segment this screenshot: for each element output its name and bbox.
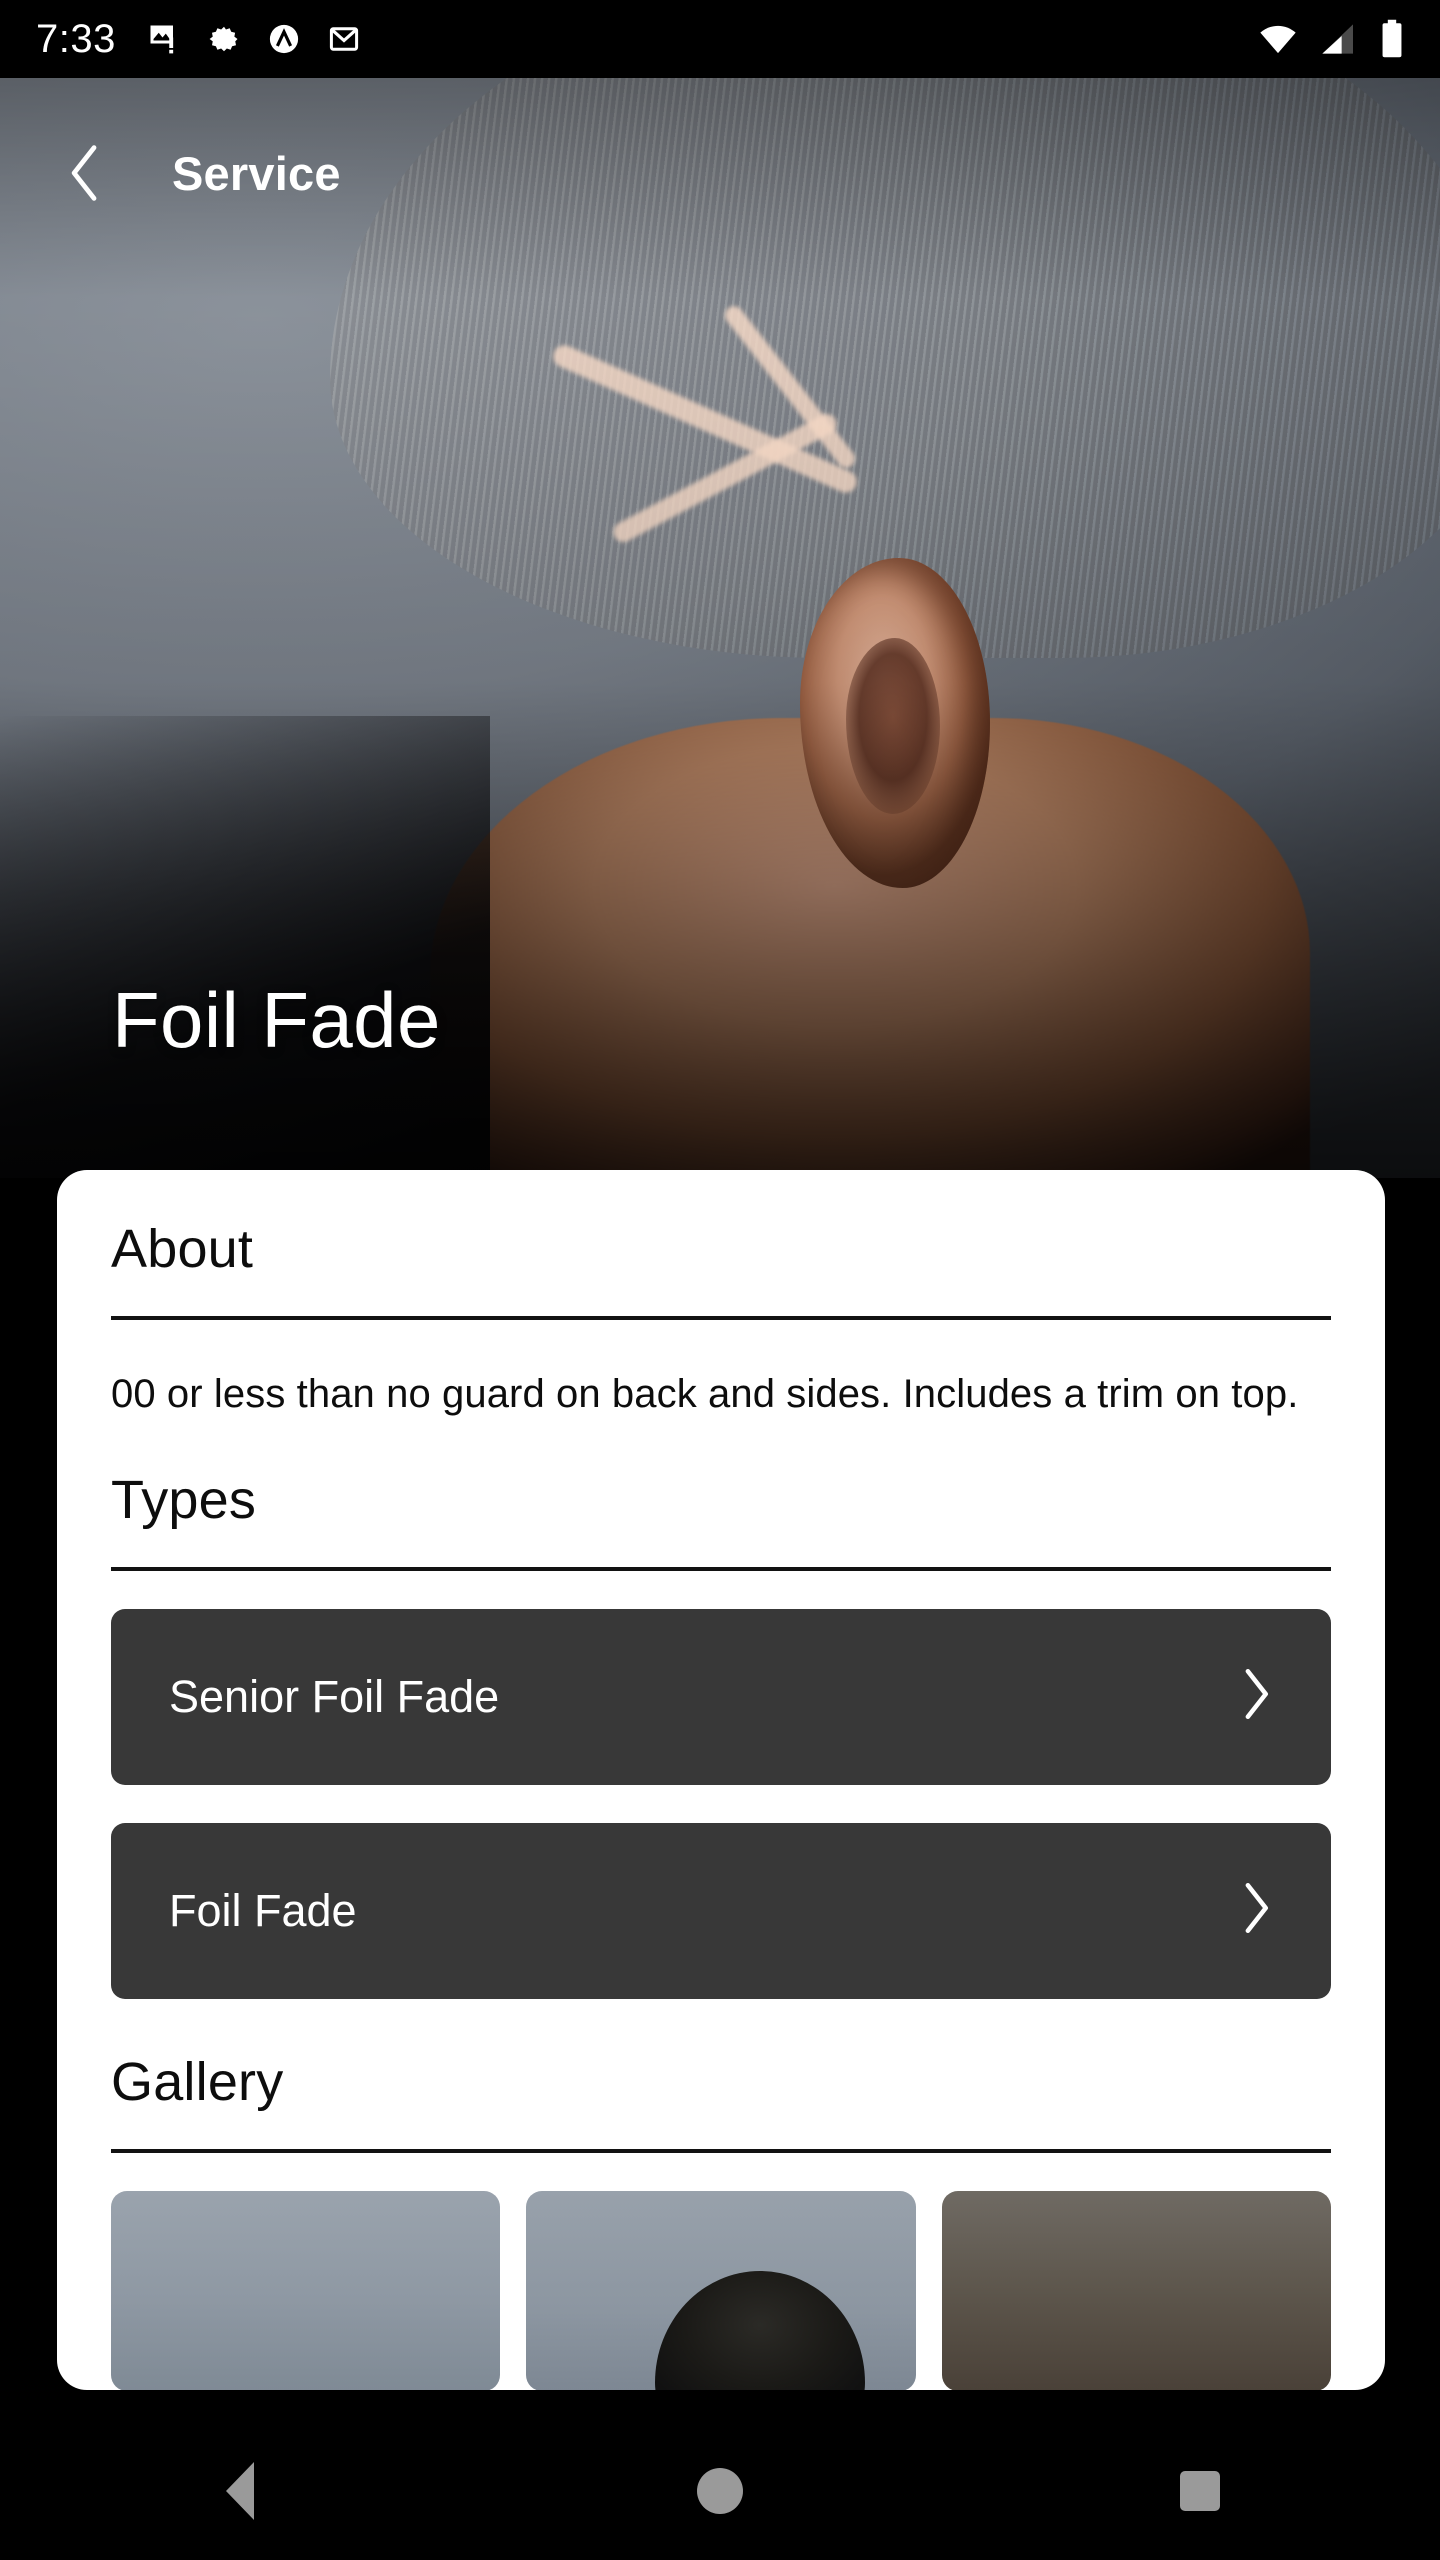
settings-gear-icon <box>209 26 238 52</box>
back-button[interactable] <box>42 130 128 216</box>
cellular-signal-icon <box>1322 24 1353 54</box>
about-description: 00 or less than no guard on back and sid… <box>111 1372 1299 1416</box>
about-divider <box>111 1316 1331 1320</box>
service-name-title: Foil Fade <box>112 976 441 1064</box>
gallery-thumbnail[interactable] <box>111 2190 501 2390</box>
status-bar-system-icons <box>1258 18 1406 60</box>
gmail-icon <box>329 27 358 51</box>
gallery-thumbnail[interactable] <box>941 2190 1331 2390</box>
circle-home-icon <box>697 2468 743 2514</box>
app-bar: Service <box>0 78 1440 268</box>
nav-recents-button[interactable] <box>1135 2426 1265 2556</box>
type-item-label: Senior Foil Fade <box>169 1670 500 1722</box>
nav-home-button[interactable] <box>655 2426 785 2556</box>
gallery-thumbnail[interactable] <box>526 2190 916 2390</box>
page-title: Service <box>172 146 341 200</box>
status-bar-clock: 7:33 <box>36 17 116 61</box>
chevron-left-icon <box>71 145 97 201</box>
about-heading: About <box>111 1219 254 1279</box>
gallery-heading: Gallery <box>111 2051 284 2112</box>
chevron-right-icon <box>1241 1882 1271 1939</box>
image-notification-icon <box>150 25 174 54</box>
nav-back-button[interactable] <box>175 2426 305 2556</box>
types-heading: Types <box>111 1469 257 1530</box>
gallery-divider <box>111 2148 1331 2153</box>
battery-icon <box>1382 19 1402 58</box>
type-item-senior-foil-fade[interactable]: Senior Foil Fade <box>111 1608 1331 1785</box>
phone-screen: 7:33 Service Foil Fade About 00 or less … <box>0 0 1440 2560</box>
wifi-icon <box>1260 25 1296 54</box>
square-recents-icon <box>1180 2471 1220 2511</box>
chevron-right-icon <box>1241 1668 1271 1725</box>
types-divider <box>111 1566 1331 1571</box>
android-navigation-bar <box>0 2422 1440 2560</box>
type-item-label: Foil Fade <box>169 1884 357 1936</box>
android-auto-icon <box>269 24 298 54</box>
triangle-back-icon <box>226 2462 254 2520</box>
type-item-foil-fade[interactable]: Foil Fade <box>111 1822 1331 1999</box>
details-sheet: About 00 or less than no guard on back a… <box>57 1170 1385 2390</box>
gallery-thumbnail-row <box>111 2190 1331 2390</box>
status-bar: 7:33 <box>0 0 1440 78</box>
status-bar-notification-icons <box>146 21 362 57</box>
